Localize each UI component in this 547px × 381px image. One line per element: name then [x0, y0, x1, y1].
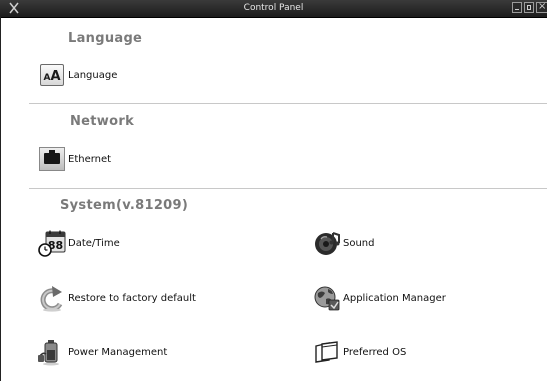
section-header-language: Language: [68, 31, 143, 46]
windows-stack-icon: [313, 338, 341, 366]
date-time-label: Date/Time: [68, 237, 120, 249]
restore-arrow-icon: [38, 284, 66, 312]
globe-app-icon: [313, 284, 341, 312]
window-left-border: [0, 17, 1, 381]
ethernet-item[interactable]: Ethernet: [38, 145, 111, 173]
application-manager-label: Application Manager: [343, 292, 446, 304]
power-management-label: Power Management: [68, 346, 168, 358]
language-label: Language: [68, 69, 118, 81]
calendar-clock-icon: 88: [38, 229, 66, 257]
restore-factory-default-item[interactable]: Restore to factory default: [38, 284, 196, 312]
window-title: Control Panel: [243, 3, 304, 13]
speaker-icon: [313, 229, 341, 257]
section-divider: [29, 188, 547, 189]
sound-item[interactable]: Sound: [313, 229, 375, 257]
application-manager-item[interactable]: Application Manager: [313, 284, 446, 312]
power-management-item[interactable]: Power Management: [38, 338, 167, 366]
sound-label: Sound: [343, 237, 375, 249]
language-icon: AA: [38, 61, 66, 89]
section-divider: [29, 103, 547, 104]
section-header-network: Network: [70, 114, 135, 129]
preferred-os-item[interactable]: Preferred OS: [313, 338, 406, 366]
control-panel-window: Control Panel Language AA Language Netwo…: [0, 0, 547, 381]
ethernet-icon: [38, 145, 66, 173]
battery-plug-icon: [38, 338, 66, 366]
title-bar[interactable]: Control Panel: [0, 0, 547, 18]
preferred-os-label: Preferred OS: [343, 346, 407, 358]
maximize-button[interactable]: [524, 2, 534, 13]
restore-factory-default-label: Restore to factory default: [68, 292, 196, 304]
ethernet-label: Ethernet: [68, 153, 112, 165]
language-item[interactable]: AA Language: [38, 61, 117, 89]
minimize-button[interactable]: [512, 2, 522, 13]
date-time-item[interactable]: 88 Date/Time: [38, 229, 120, 257]
section-header-system: System(v.81209): [60, 198, 189, 213]
close-button[interactable]: [536, 1, 547, 13]
